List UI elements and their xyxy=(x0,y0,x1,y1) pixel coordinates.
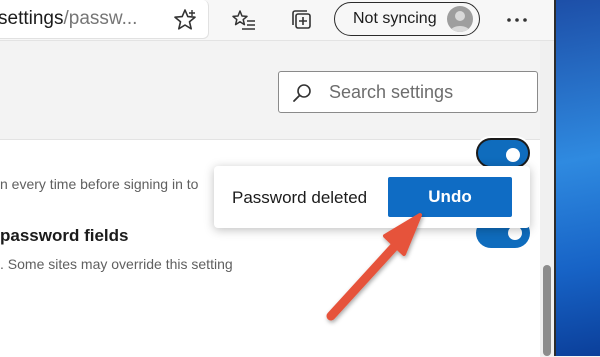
annotation-arrow-icon xyxy=(326,213,422,321)
